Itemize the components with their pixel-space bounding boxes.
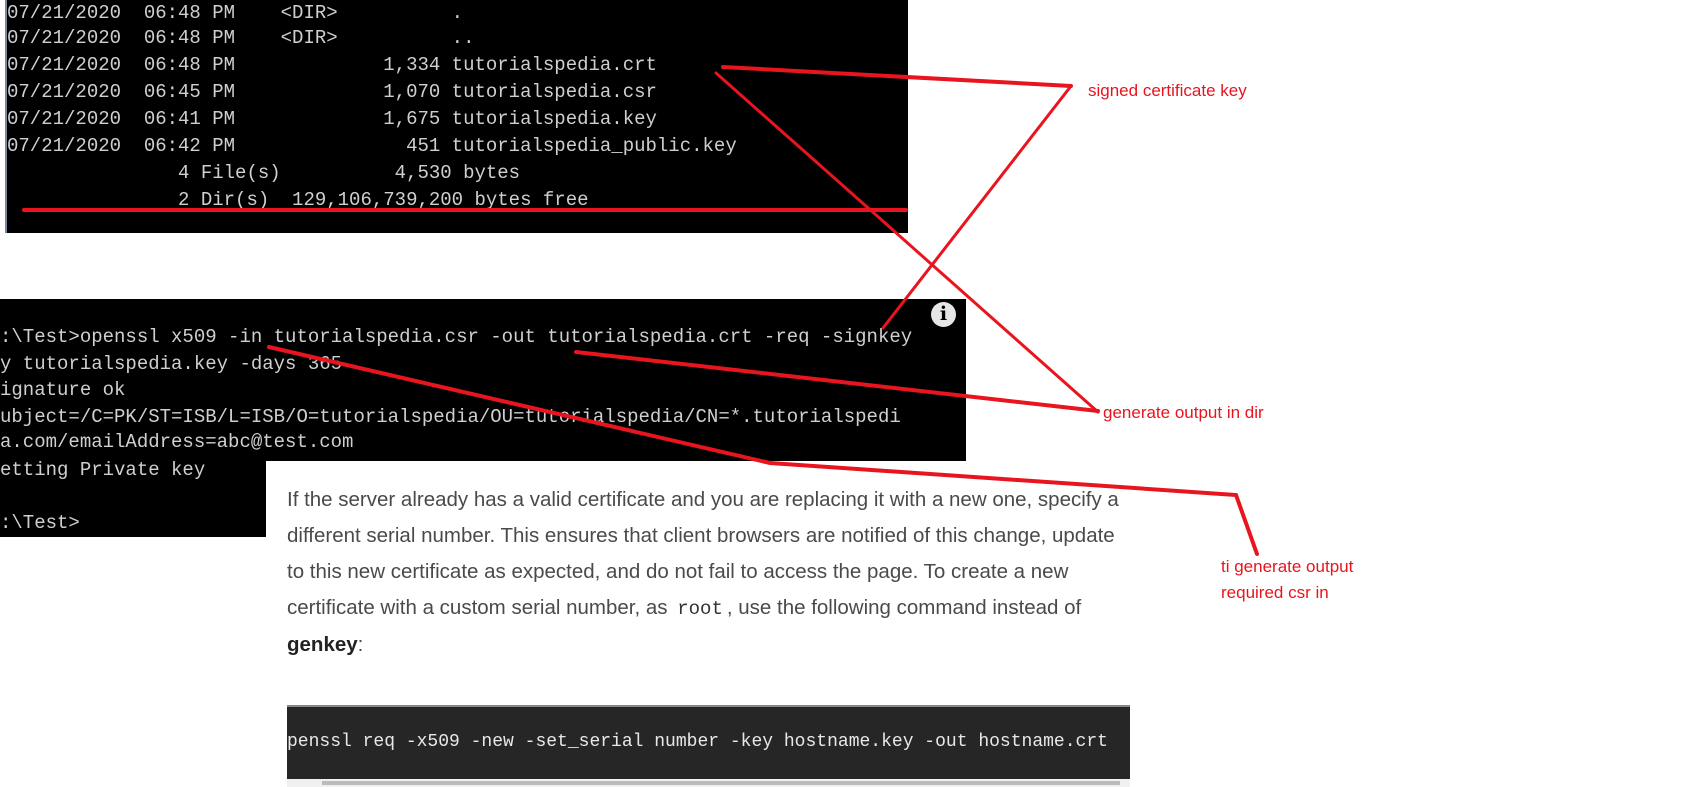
annotation-line <box>574 350 1100 413</box>
annotation-lines <box>22 65 1259 556</box>
annotation-csr-2: required csr in <box>1221 583 1329 602</box>
annotation-line <box>267 345 1259 556</box>
annotation-csr-1: ti generate output <box>1221 557 1354 576</box>
annotation-signed-cert: signed certificate key <box>1088 81 1247 100</box>
annotation-line <box>721 65 1073 88</box>
annotation-line <box>881 84 1073 330</box>
annotation-output-dir: generate output in dir <box>1103 403 1264 422</box>
